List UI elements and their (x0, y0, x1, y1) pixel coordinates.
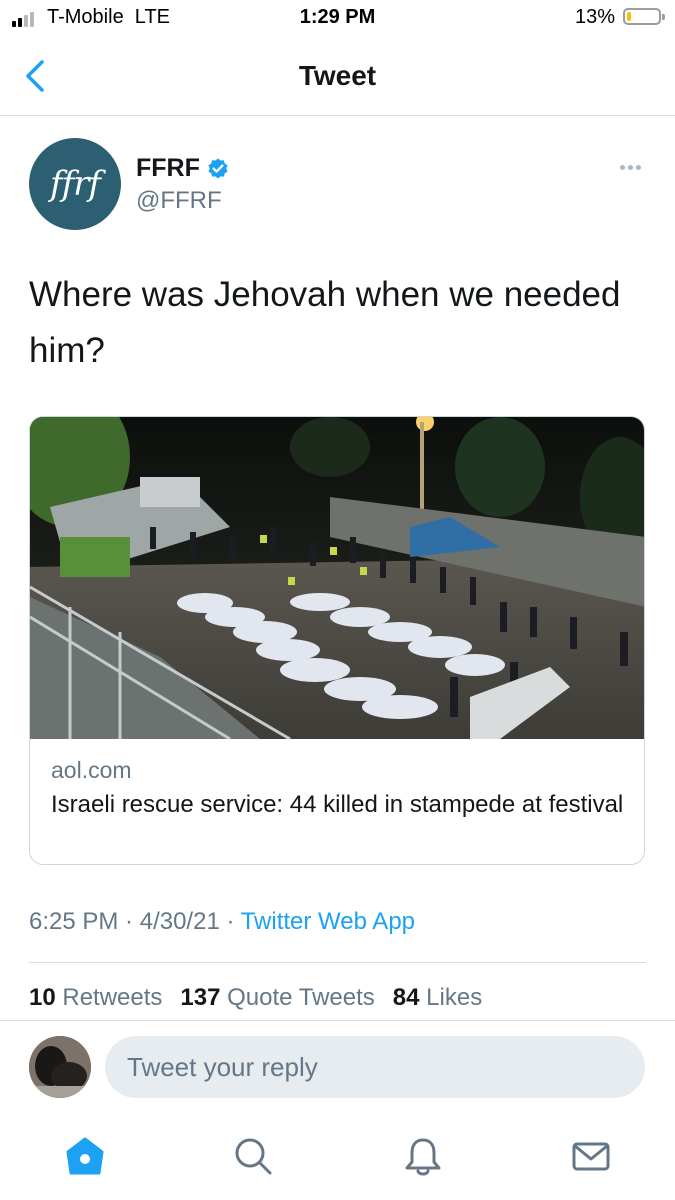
tweet-timestamp: 6:25 PM · 4/30/21 · Twitter Web App (29, 908, 415, 936)
retweets-stat[interactable]: 10 Retweets (29, 984, 162, 1012)
battery-level (627, 12, 631, 21)
stat-label: Quote Tweets (227, 984, 375, 1011)
avatar-logo-text: ffrf (49, 164, 101, 204)
author-name-text: FFRF (136, 154, 200, 182)
meta-separator: · (219, 908, 241, 935)
author-avatar[interactable]: ffrf (29, 138, 121, 230)
tweet-source-link[interactable]: Twitter Web App (241, 908, 415, 935)
tweet-time: 6:25 PM (29, 908, 119, 935)
stat-count: 10 (29, 984, 56, 1011)
divider (0, 1020, 675, 1021)
meta-separator: · (118, 908, 140, 935)
stat-label: Retweets (62, 984, 163, 1011)
status-bar: T-Mobile LTE 1:29 PM 13% (0, 0, 675, 38)
status-time: 1:29 PM (299, 6, 376, 28)
battery-percent: 13% (574, 6, 615, 28)
search-icon[interactable] (231, 1134, 275, 1178)
reply-input[interactable]: Tweet your reply (105, 1036, 645, 1098)
tweet-text: Where was Jehovah when we needed him? (29, 275, 621, 370)
verified-badge-icon (208, 158, 228, 178)
user-avatar[interactable] (29, 1036, 91, 1098)
tab-bar (0, 1118, 675, 1200)
stat-count: 137 (180, 984, 221, 1011)
more-options-icon[interactable] (615, 152, 645, 182)
home-icon[interactable] (63, 1134, 107, 1178)
tweet-stats: 10 Retweets 137 Quote Tweets 84 Likes (29, 984, 482, 1012)
divider (29, 962, 646, 963)
stat-label: Likes (426, 984, 483, 1011)
mail-icon[interactable] (569, 1134, 613, 1178)
card-domain: aol.com (51, 757, 132, 783)
quote-tweets-stat[interactable]: 137 Quote Tweets (180, 984, 374, 1012)
author-name[interactable]: FFRF (136, 154, 230, 183)
author-handle[interactable]: @FFRF (136, 187, 222, 215)
page-title: Tweet (298, 60, 377, 91)
tweet-date: 4/30/21 (139, 908, 220, 935)
card-title: Israeli rescue service: 44 killed in sta… (51, 791, 624, 818)
link-preview-card[interactable]: aol.com Israeli rescue service: 44 kille… (29, 416, 645, 865)
battery-icon (623, 8, 665, 25)
stat-count: 84 (392, 984, 420, 1011)
bell-icon[interactable] (401, 1134, 445, 1178)
likes-stat[interactable]: 84 Likes (393, 984, 482, 1012)
news-photo (30, 417, 644, 739)
navigation-bar: Tweet (0, 38, 675, 116)
